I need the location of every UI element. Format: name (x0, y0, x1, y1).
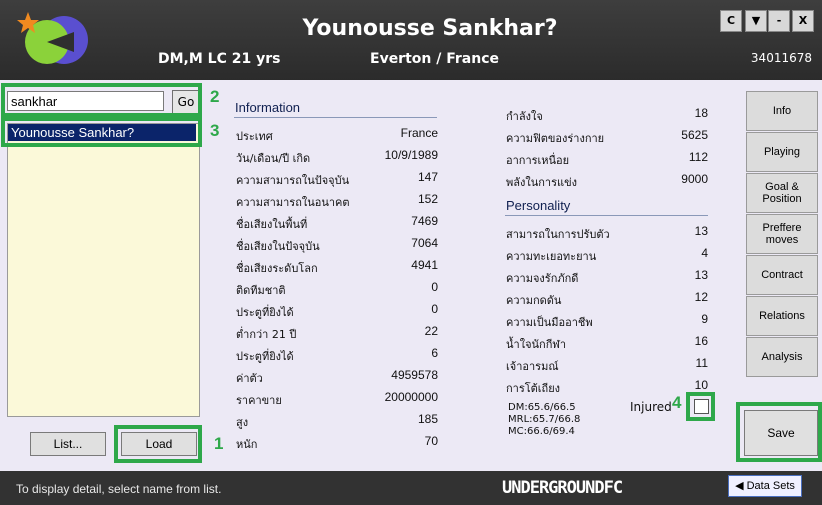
stat-value: 13 (694, 268, 708, 282)
player-id-text: 34011678 (750, 51, 812, 65)
stat-value: 4 (701, 246, 708, 260)
stat-value: 152 (417, 192, 438, 206)
close-button[interactable]: X (792, 10, 814, 32)
stat-label: พลังในการแข่ง (506, 176, 577, 189)
annotation-4: 4 (672, 393, 682, 412)
stat-value: 0 (431, 302, 438, 316)
information-heading: Information (235, 100, 301, 115)
arrow-left-icon: ◀ (735, 480, 744, 492)
tab-info[interactable]: Info (746, 91, 818, 131)
stat-value: 20000000 (384, 390, 438, 404)
stat-value: 112 (688, 150, 708, 164)
data-sets-label: Data Sets (746, 480, 795, 492)
stat-label: หนัก (236, 438, 258, 451)
stat-value: 185 (417, 412, 438, 426)
tab-analysis[interactable]: Analysis (746, 337, 818, 377)
stat-label: ราคาขาย (236, 394, 282, 407)
stat-label: ประเทศ (236, 130, 273, 143)
list-button[interactable]: List... (30, 432, 106, 456)
tab-preferred-moves[interactable]: Preffere moves (746, 214, 818, 254)
player-name-title: Younousse Sankhar? (302, 16, 558, 41)
tab-goal-position[interactable]: Goal & Position (746, 173, 818, 213)
window-c-button[interactable]: C (720, 10, 742, 32)
stat-label: ความเป็นมืออาชีพ (506, 316, 593, 329)
rating-line-1: DM:65.6/66.5 (508, 402, 576, 413)
highlight-box-injured (686, 392, 715, 421)
player-list[interactable] (7, 123, 200, 417)
stat-label: การโต้เถียง (506, 382, 561, 395)
highlight-box-list-item (1, 117, 202, 147)
stat-label: อาการเหนื่อย (506, 154, 570, 167)
window-menu-button[interactable]: ▼ (745, 10, 767, 32)
stat-value: 70 (424, 434, 438, 448)
stat-label: ความฟิตของร่างกาย (506, 132, 605, 145)
stat-label: ประตูที่ยิงได้ (236, 306, 294, 319)
stat-value: 5625 (681, 128, 708, 142)
stat-value: 13 (694, 224, 708, 238)
highlight-box-search (1, 83, 202, 117)
stat-value: 4941 (411, 258, 438, 272)
stat-value: 6 (431, 346, 438, 360)
stat-value: 7469 (411, 214, 438, 228)
stat-value: 7064 (411, 236, 438, 250)
stat-value: France (400, 126, 438, 140)
stat-label: ความกดดัน (506, 294, 562, 307)
injured-label: Injured (630, 400, 672, 414)
tab-contract[interactable]: Contract (746, 255, 818, 295)
stat-value: 9 (701, 312, 708, 326)
stat-label: ต่ำกว่า 21 ปี (236, 328, 297, 341)
stat-value: 0 (431, 280, 438, 294)
rating-line-3: MC:66.6/69.4 (508, 426, 575, 437)
tab-relations[interactable]: Relations (746, 296, 818, 336)
stat-value: 11 (695, 356, 708, 370)
app-logo-icon (17, 12, 88, 64)
club-nation-text: Everton / France (370, 51, 500, 67)
stat-label: ความทะเยอทะยาน (506, 250, 597, 263)
stat-value: 22 (424, 324, 438, 338)
stat-label: ชื่อเสียงในพื้นที่ (236, 218, 308, 231)
tab-playing[interactable]: Playing (746, 132, 818, 172)
minimize-button[interactable]: - (768, 10, 790, 32)
position-age-text: DM,M LC 21 yrs (158, 51, 281, 67)
stat-label: สูง (236, 416, 249, 429)
annotation-3: 3 (210, 121, 220, 140)
data-sets-button[interactable]: ◀ Data Sets (728, 475, 802, 497)
stat-value: 16 (694, 334, 708, 348)
status-text: To display detail, select name from list… (16, 482, 222, 496)
stat-value: 10 (694, 378, 708, 392)
stat-value: 4959578 (391, 368, 438, 382)
annotation-2: 2 (210, 87, 220, 106)
stat-label: ความสามารถในอนาคต (236, 196, 350, 209)
stat-label: ติดทีมชาติ (236, 284, 286, 297)
stat-label: กำลังใจ (506, 110, 543, 123)
brand-logo: UNDERGROUNDFC (502, 478, 623, 498)
annotation-1: 1 (214, 434, 224, 453)
stat-value: 10/9/1989 (384, 148, 438, 162)
highlight-box-load (114, 425, 202, 463)
stat-label: น้ำใจนักกีฬา (506, 338, 567, 351)
stat-label: ค่าตัว (236, 372, 263, 385)
stat-label: สามารถในการปรับตัว (506, 228, 610, 241)
stat-value: 12 (694, 290, 708, 304)
stat-label: ชื่อเสียงระดับโลก (236, 262, 318, 275)
personality-divider (505, 215, 708, 216)
information-divider (234, 117, 437, 118)
stat-label: ประตูที่ยิงได้ (236, 350, 294, 363)
stat-value: 9000 (681, 172, 708, 186)
rating-line-2: MRL:65.7/66.8 (508, 414, 581, 425)
stat-label: วัน/เดือน/ปี เกิด (236, 152, 311, 165)
stat-label: ความจงรักภักดี (506, 272, 579, 285)
stat-value: 18 (694, 106, 708, 120)
highlight-box-save (736, 402, 822, 462)
stat-label: ความสามารถในปัจจุบัน (236, 174, 350, 187)
stat-label: ชื่อเสียงในปัจจุบัน (236, 240, 320, 253)
stat-value: 147 (417, 170, 438, 184)
stat-label: เจ้าอารมณ์ (506, 360, 559, 373)
personality-heading: Personality (506, 198, 571, 213)
